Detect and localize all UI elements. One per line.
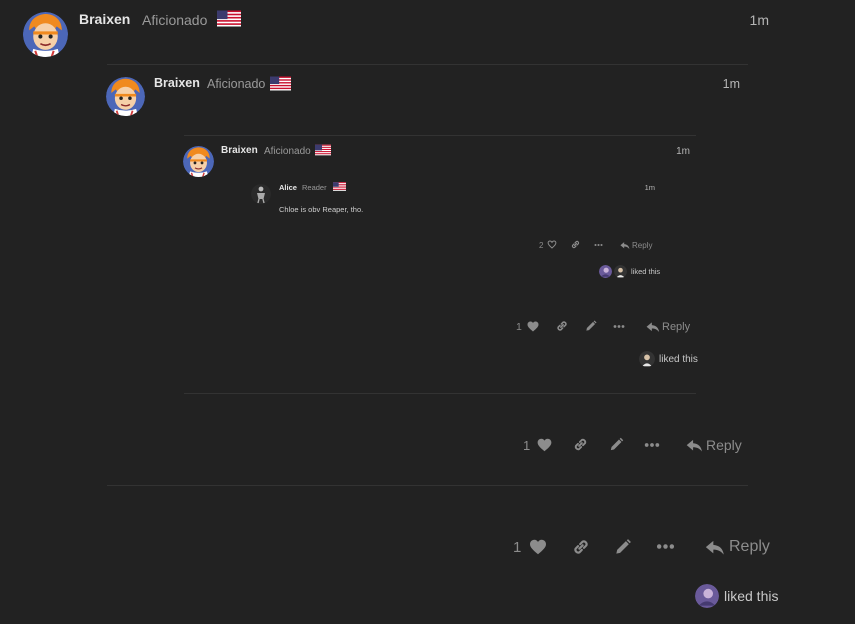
post-level-4: Alice Reader 1m Chloe is obv Reaper, tho… (0, 0, 855, 624)
liked-by: liked this (599, 265, 660, 278)
link-icon[interactable] (570, 239, 581, 250)
user-title: Reader (302, 183, 327, 192)
like-count: 2 (539, 240, 544, 250)
heart-icon[interactable] (547, 240, 557, 249)
reply-arrow-icon (620, 241, 630, 250)
alice-avatar[interactable] (251, 184, 271, 204)
post-time[interactable]: 1m (638, 183, 655, 192)
author-name[interactable]: Alice (279, 183, 297, 192)
us-flag-icon (333, 182, 346, 191)
reply-button[interactable]: Reply (620, 240, 652, 250)
liker-avatar[interactable] (614, 265, 627, 278)
post-body: Chloe is obv Reaper, tho. (279, 205, 364, 214)
liked-this-text: liked this (631, 267, 661, 276)
reply-label: Reply (632, 240, 653, 250)
liker-avatar[interactable] (599, 265, 612, 278)
ellipsis-icon[interactable] (594, 243, 603, 247)
